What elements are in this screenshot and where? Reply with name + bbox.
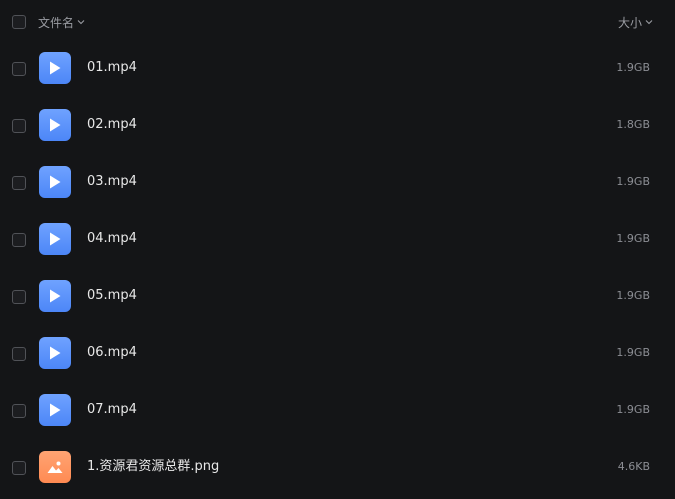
file-size: 1.9GB xyxy=(616,346,650,359)
play-icon xyxy=(48,117,62,133)
play-icon xyxy=(48,402,62,418)
video-file-icon[interactable] xyxy=(39,337,71,369)
image-icon xyxy=(46,459,64,475)
image-file-icon[interactable] xyxy=(39,451,71,483)
video-file-icon[interactable] xyxy=(39,394,71,426)
file-name[interactable]: 1.资源君资源总群.png xyxy=(87,459,219,475)
file-row[interactable]: 04.mp4 1.9GB xyxy=(0,211,675,268)
file-row[interactable]: 06.mp4 1.9GB xyxy=(0,325,675,382)
name-column-label: 文件名 xyxy=(38,15,75,30)
file-size: 1.9GB xyxy=(616,61,650,74)
row-checkbox[interactable] xyxy=(12,404,26,418)
file-size: 1.9GB xyxy=(616,175,650,188)
select-all-checkbox[interactable] xyxy=(12,15,26,29)
chevron-down-icon xyxy=(644,17,654,27)
file-list-header: 文件名 大小 xyxy=(0,0,675,44)
video-file-icon[interactable] xyxy=(39,166,71,198)
file-row[interactable]: 03.mp4 1.9GB xyxy=(0,154,675,211)
row-checkbox[interactable] xyxy=(12,461,26,475)
play-icon xyxy=(48,60,62,76)
file-row[interactable]: 05.mp4 1.9GB xyxy=(0,268,675,325)
file-size: 1.9GB xyxy=(616,403,650,416)
file-name[interactable]: 02.mp4 xyxy=(87,117,137,133)
file-name[interactable]: 01.mp4 xyxy=(87,60,137,76)
row-checkbox[interactable] xyxy=(12,176,26,190)
video-file-icon[interactable] xyxy=(39,223,71,255)
sort-by-size-header[interactable]: 大小 xyxy=(618,14,654,30)
video-file-icon[interactable] xyxy=(39,52,71,84)
file-size: 1.9GB xyxy=(616,232,650,245)
file-row[interactable]: 07.mp4 1.9GB xyxy=(0,382,675,439)
video-file-icon[interactable] xyxy=(39,280,71,312)
row-checkbox[interactable] xyxy=(12,347,26,361)
file-name[interactable]: 06.mp4 xyxy=(87,345,137,361)
play-icon xyxy=(48,345,62,361)
file-row[interactable]: 1.资源君资源总群.png 4.6KB xyxy=(0,439,675,496)
file-name[interactable]: 05.mp4 xyxy=(87,288,137,304)
row-checkbox[interactable] xyxy=(12,233,26,247)
play-icon xyxy=(48,288,62,304)
file-size: 1.8GB xyxy=(616,118,650,131)
size-column-label: 大小 xyxy=(617,15,642,30)
file-name[interactable]: 03.mp4 xyxy=(87,174,137,190)
file-row[interactable]: 01.mp4 1.9GB xyxy=(0,40,675,97)
file-name[interactable]: 07.mp4 xyxy=(87,402,137,418)
file-name[interactable]: 04.mp4 xyxy=(87,231,137,247)
play-icon xyxy=(48,231,62,247)
chevron-down-icon xyxy=(76,17,86,27)
video-file-icon[interactable] xyxy=(39,109,71,141)
file-row[interactable]: 02.mp4 1.8GB xyxy=(0,97,675,154)
sort-by-name-header[interactable]: 文件名 xyxy=(38,14,86,30)
file-size: 4.6KB xyxy=(617,460,650,473)
row-checkbox[interactable] xyxy=(12,119,26,133)
play-icon xyxy=(48,174,62,190)
row-checkbox[interactable] xyxy=(12,62,26,76)
row-checkbox[interactable] xyxy=(12,290,26,304)
file-size: 1.9GB xyxy=(616,289,650,302)
